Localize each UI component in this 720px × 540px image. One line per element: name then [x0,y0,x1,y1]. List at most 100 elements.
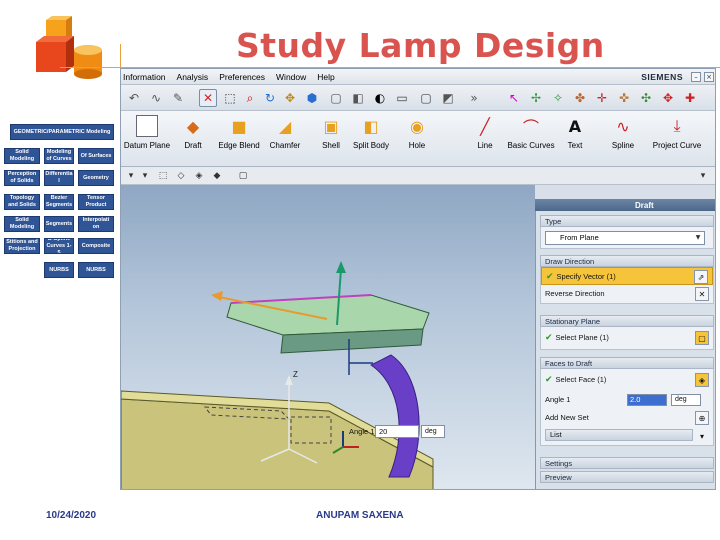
draw-direction-body: ✔ Specify Vector (1) ⇗ Reverse Direction … [540,267,714,304]
list-arrow-icon[interactable]: ▾ [695,429,709,443]
snap-mid-icon[interactable]: ✤ [571,89,589,107]
settings-header[interactable]: Settings [540,457,714,469]
viewport-angle-label: Angle 1 [349,427,375,436]
menu-bar: Information Analysis Preferences Window … [121,69,715,85]
draw-direction-header[interactable]: Draw Direction [540,255,714,267]
snap-end-icon[interactable]: ✧ [549,89,567,107]
type-header[interactable]: Type [540,215,714,227]
snap-point-icon[interactable]: ✢ [527,89,545,107]
tool-edge-blend[interactable]: ■ Edge Blend [213,115,265,163]
list-toggle[interactable]: List [545,429,693,441]
select-plane-label: Select Plane (1) [555,333,609,342]
close-icon[interactable]: × [704,72,714,82]
tool-line[interactable]: ╱ Line [459,115,511,163]
concept-node: Composite [78,238,114,254]
more-icon[interactable]: » [465,89,483,107]
list-row[interactable]: List ▾ [541,427,713,445]
tool-datum-plane[interactable]: Datum Plane [121,115,173,163]
tool-project-curve[interactable]: ⤓ Project Curve [651,115,703,163]
concept-node: Of Surfaces [78,148,114,164]
reverse-direction-label: Reverse Direction [545,289,605,298]
layer-icon[interactable]: ▭ [393,89,411,107]
tool-chamfer[interactable]: ◢ Chamfer [259,115,311,163]
dropdown-icon[interactable]: ▾ [697,170,709,182]
menu-information[interactable]: Information [121,72,166,82]
fill-icon[interactable]: ◩ [439,89,457,107]
viewport-angle-field[interactable]: 20 [375,425,419,438]
concept-node: Interpolati on [78,216,114,232]
type-dropdown[interactable]: From Plane ▼ [545,231,705,245]
faces-section: Faces to Draft ✔ Select Face (1) ◈ Angle … [540,357,714,446]
face-select-icon[interactable]: ◈ [695,373,709,387]
tool-label: Draft [184,141,202,150]
fit-icon[interactable]: ⬚ [221,89,239,107]
snap-quad-icon[interactable]: ✜ [615,89,633,107]
concept-node: Segments [44,216,74,232]
reverse-direction-row[interactable]: Reverse Direction ✕ [541,285,713,303]
angle-unit[interactable]: deg [671,394,701,406]
vector-dialog-icon[interactable]: ⇗ [694,270,708,284]
angle-field[interactable]: 2.0 [627,394,667,406]
display-icon[interactable]: ◐ [371,89,389,107]
menu-preferences[interactable]: Preferences [217,72,265,82]
tool-hole[interactable]: ◉ Hole [391,115,443,163]
viewport-angle-unit[interactable]: deg [421,425,445,438]
add-set-icon[interactable]: ⊕ [695,411,709,425]
stationary-plane-header[interactable]: Stationary Plane [540,315,714,327]
snap-tangent-icon[interactable]: ✣ [637,89,655,107]
undo-icon[interactable]: ↶ [125,89,143,107]
zoom-icon[interactable]: ⌕ [241,89,259,107]
snap-center-icon[interactable]: ✛ [593,89,611,107]
menu-window[interactable]: Window [274,72,306,82]
rotate-icon[interactable]: ↻ [261,89,279,107]
select-face-icon[interactable]: ◇ [175,170,187,182]
tool-draft[interactable]: ◆ Draft [167,115,219,163]
concept-node: NURBS [44,262,74,278]
add-new-set-row[interactable]: Add New Set ⊕ [541,409,713,427]
select-face-label: Select Face (1) [555,375,607,384]
graphics-viewport[interactable]: Z Angle 1 20 deg [121,185,535,489]
tool-split-body[interactable]: ◧ Split Body [345,115,397,163]
type-section: Type From Plane ▼ [540,215,714,249]
tool-text[interactable]: A Text [549,115,601,163]
select-all-icon[interactable]: ⬚ [157,170,169,182]
render-icon[interactable]: ◧ [349,89,367,107]
menu-help[interactable]: Help [315,72,334,82]
select-plane-row[interactable]: ✔ Select Plane (1) ▢ [541,327,713,349]
color-icon[interactable]: ▢ [417,89,435,107]
concept-node: Stitions and Projection [4,238,40,254]
type-filter-icon[interactable]: ▾ [139,170,151,182]
snap-intersect-icon[interactable]: ✚ [681,89,699,107]
concept-node: Modeling of Curves [44,148,74,164]
concept-node: Geometry [78,170,114,186]
snap-face-icon[interactable]: ✥ [659,89,677,107]
preview-section: Preview [540,471,714,483]
stationary-plane-body: ✔ Select Plane (1) ▢ [540,327,714,350]
select-body-icon[interactable]: ◈ [193,170,205,182]
split-body-icon: ◧ [363,116,379,136]
specify-vector-row[interactable]: ✔ Specify Vector (1) ⇗ [541,267,713,285]
pen-icon[interactable]: ✎ [169,89,187,107]
faces-header[interactable]: Faces to Draft [540,357,714,369]
tool-spline[interactable]: ∿ Spline [597,115,649,163]
pan-icon[interactable]: ✥ [281,89,299,107]
select-edge-icon[interactable]: ◆ [211,170,223,182]
select-icon[interactable]: ↖ [505,89,523,107]
reverse-icon[interactable]: ✕ [695,287,709,301]
plane-dialog-icon[interactable]: ▢ [695,331,709,345]
delete-icon[interactable]: ✕ [199,89,217,107]
lamp-base [121,398,434,489]
menu-analysis[interactable]: Analysis [175,72,209,82]
slide: Study Lamp Design GEOMETRIC/PARAMETRIC M… [0,0,720,540]
faces-body: ✔ Select Face (1) ◈ Angle 1 2.0 deg Add N… [540,369,714,446]
select-face-row[interactable]: ✔ Select Face (1) ◈ [541,369,713,391]
preview-header[interactable]: Preview [540,471,714,483]
draft-icon: ◆ [186,116,200,136]
view-icon[interactable]: ▢ [327,89,345,107]
shaded-cube-icon[interactable]: ⬢ [303,89,321,107]
minimize-icon[interactable]: – [691,72,701,82]
filter-icon[interactable]: ▾ [125,170,137,182]
hole-icon: ◉ [410,116,424,136]
select-region-icon[interactable]: ▢ [237,170,249,182]
curve-tool-icon[interactable]: ∿ [147,89,165,107]
